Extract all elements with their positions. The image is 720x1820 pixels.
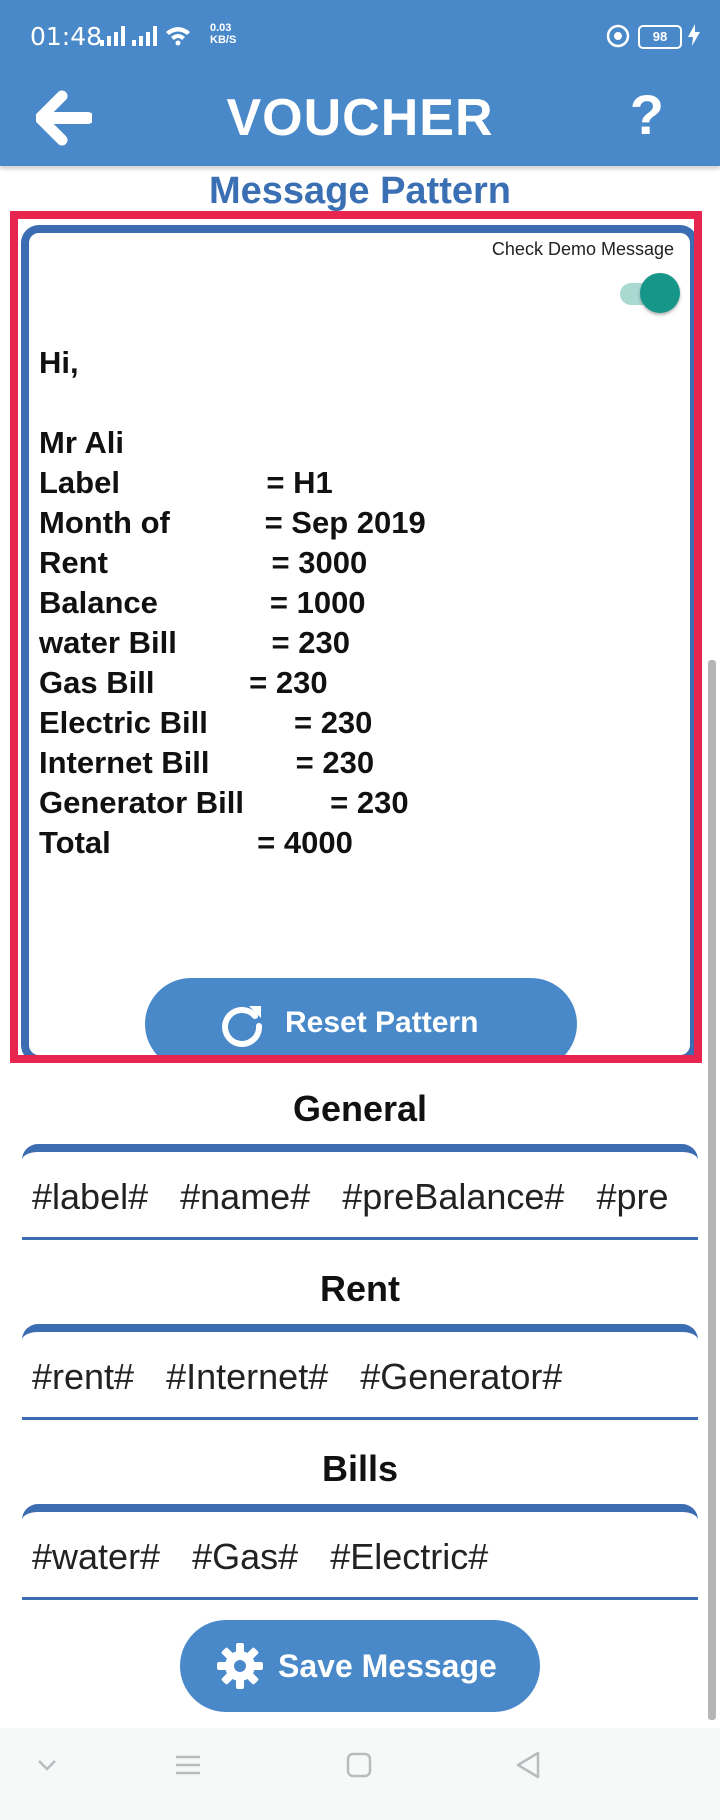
net-speed: 0.03 KB/S: [210, 22, 236, 46]
tag-chip[interactable]: #Generator#: [360, 1356, 562, 1397]
tag-chip[interactable]: #label#: [32, 1176, 148, 1217]
tag-chip[interactable]: #rent#: [32, 1356, 134, 1397]
tag-list-bills: #water# #Gas# #Electric#: [22, 1504, 698, 1600]
tag-chip[interactable]: #name#: [180, 1176, 310, 1217]
save-message-button[interactable]: Save Message: [180, 1620, 540, 1712]
net-speed-value: 0.03: [210, 22, 232, 34]
tag-chip[interactable]: #preBalance#: [342, 1176, 564, 1217]
tag-chip[interactable]: #Internet#: [166, 1356, 328, 1397]
highlight-frame: [10, 211, 702, 1063]
scrollbar[interactable]: [708, 660, 716, 1720]
gear-icon: [216, 1642, 264, 1695]
tag-chip[interactable]: #pre: [596, 1176, 668, 1217]
chevron-down-icon[interactable]: [36, 1758, 58, 1777]
status-bar: 01:48 0.03 KB/S 98: [0, 0, 720, 72]
group-title-bills: Bills: [321, 1448, 399, 1489]
help-button[interactable]: ?: [630, 82, 664, 147]
tag-chip[interactable]: #Gas#: [192, 1536, 298, 1577]
home-icon[interactable]: [346, 1752, 372, 1783]
net-speed-unit: KB/S: [210, 34, 237, 46]
charging-icon: [688, 24, 700, 51]
group-title-rent: Rent: [320, 1268, 400, 1309]
system-nav-bar: [0, 1728, 720, 1820]
message-pattern-heading: Message Pattern: [208, 170, 511, 212]
tag-list-general: #label# #name# #preBalance# #pre: [22, 1144, 698, 1240]
status-time: 01:48: [30, 22, 103, 51]
save-message-label: Save Message: [278, 1648, 497, 1684]
sync-icon: [606, 24, 630, 53]
tag-chip[interactable]: #Electric#: [330, 1536, 488, 1577]
app-bar: VOUCHER ?: [0, 72, 720, 166]
group-title-general: General: [292, 1088, 428, 1129]
page-title: VOUCHER: [226, 89, 494, 147]
tag-list-rent: #rent# #Internet# #Generator#: [22, 1324, 698, 1420]
back-nav-icon[interactable]: [514, 1750, 542, 1785]
battery-icon: 98: [638, 25, 682, 49]
menu-icon[interactable]: [174, 1754, 202, 1781]
signal-icon: [100, 24, 200, 51]
tag-chip[interactable]: #water#: [32, 1536, 160, 1577]
